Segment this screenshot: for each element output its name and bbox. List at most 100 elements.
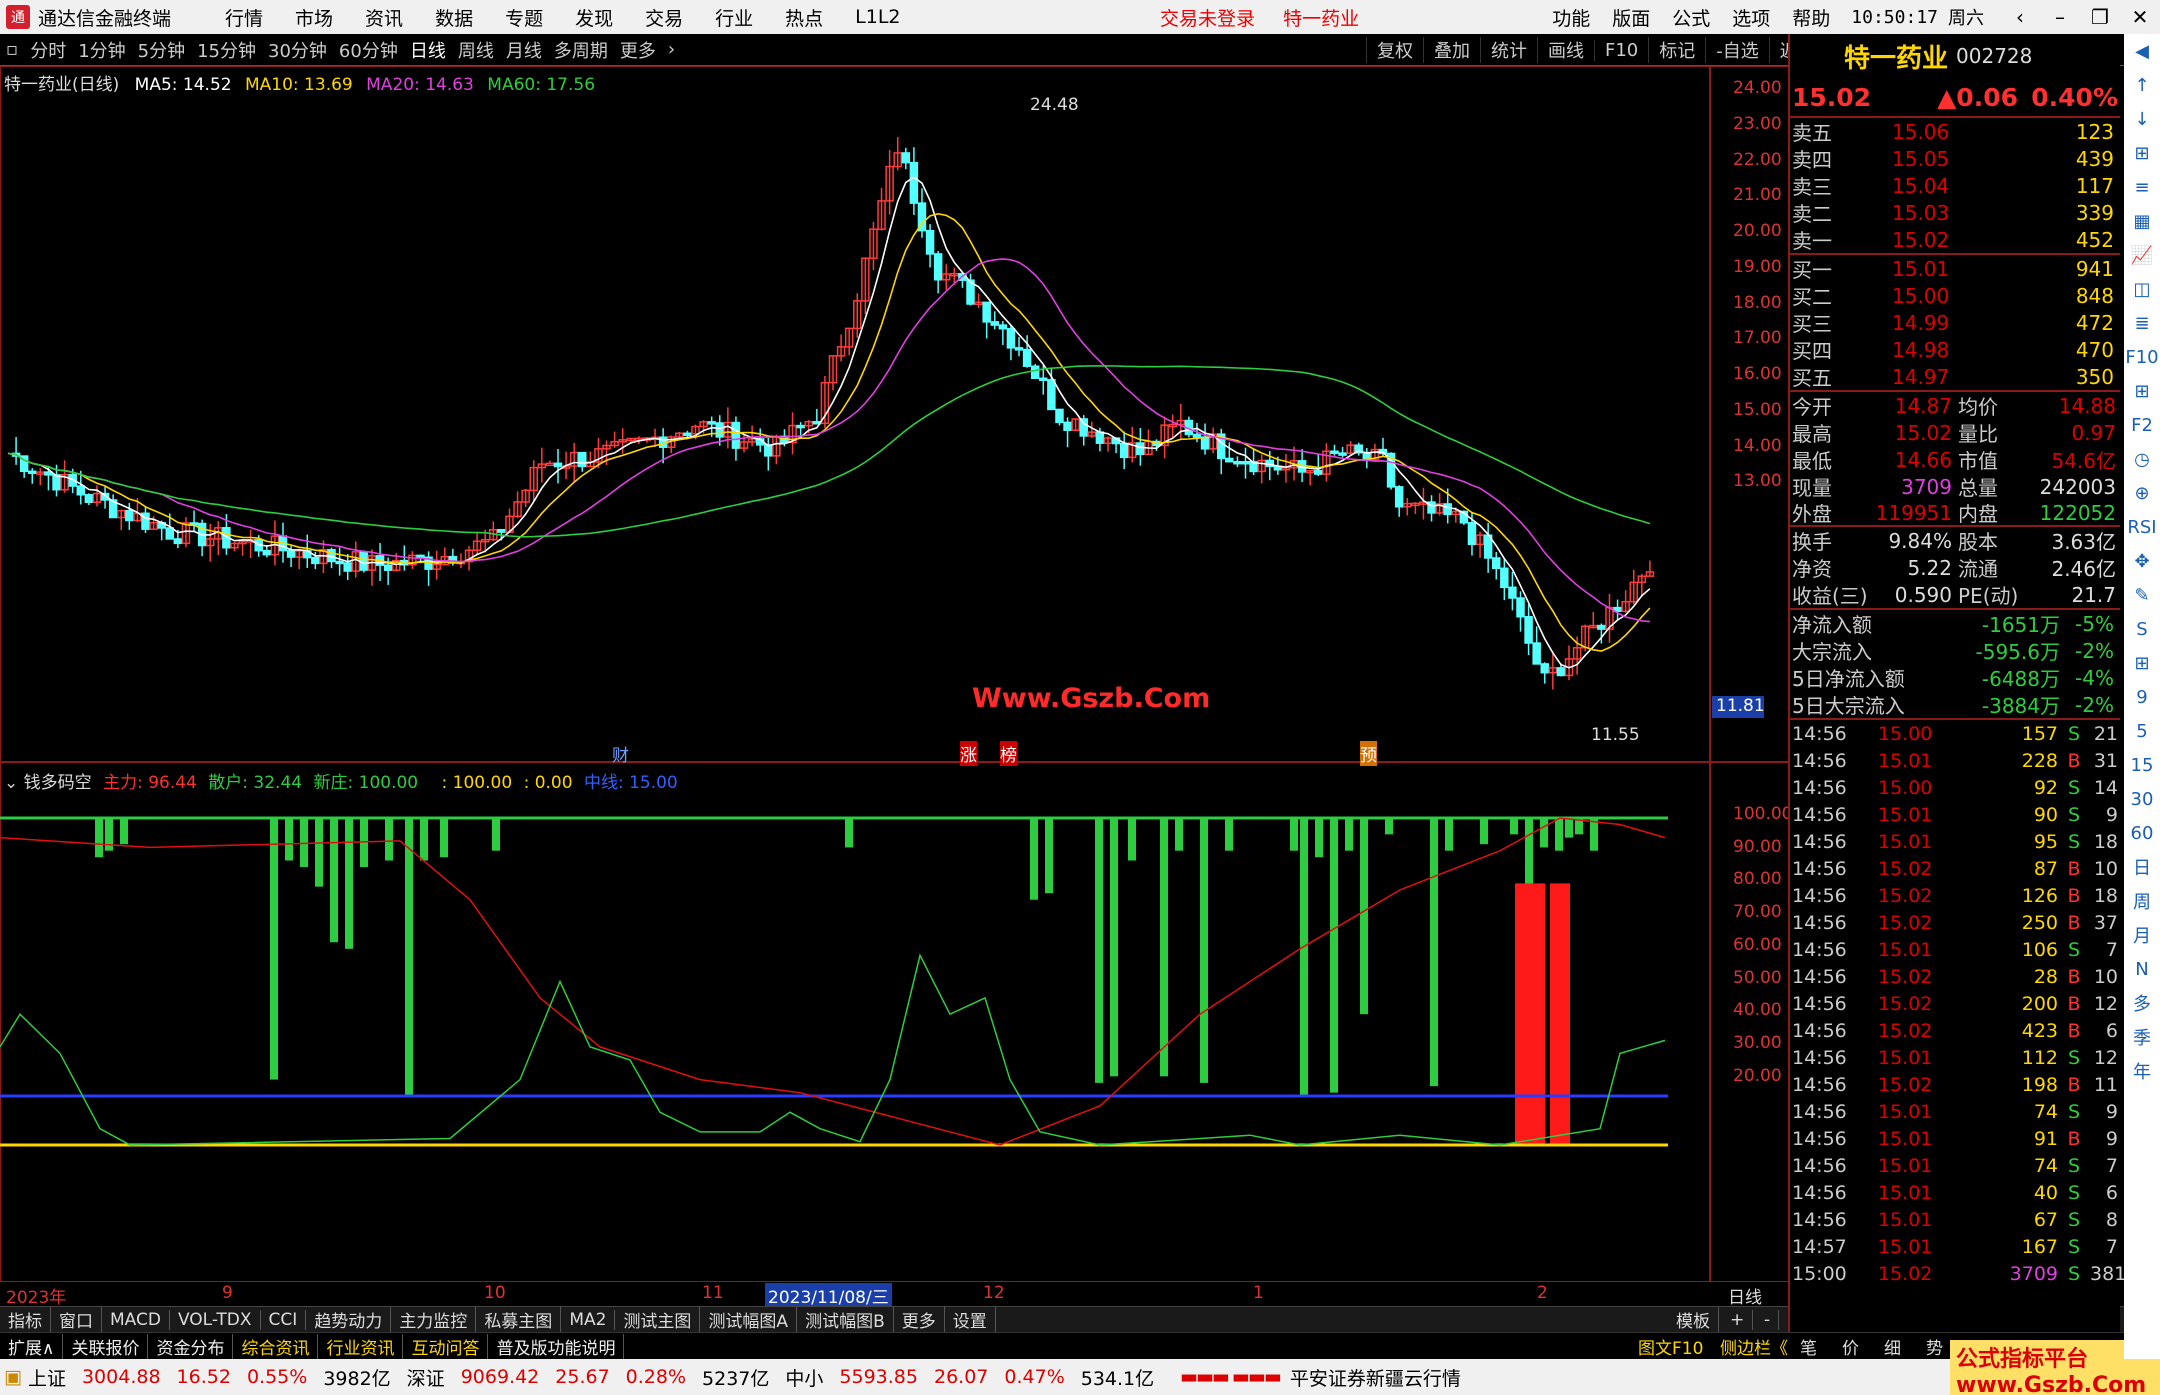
btab-moban[interactable]: 模板 [1668,1307,1719,1332]
sidebar-tool-icon[interactable]: ≣ [2124,306,2160,340]
zx-label[interactable]: 中小 [785,1364,823,1391]
sidebar-tool-icon[interactable]: ⊞ [2124,646,2160,680]
etab-hangye[interactable]: 行业资讯 [318,1333,404,1359]
sidebar-tool-icon[interactable]: ≡ [2124,170,2160,204]
sidebar-tool-icon[interactable]: ⊕ [2124,476,2160,510]
menu-shuju[interactable]: 数据 [435,4,473,31]
sidebar-tool-icon[interactable]: 📈 [2124,238,2160,272]
close-icon[interactable]: ✕ [2120,5,2160,29]
restore-icon[interactable]: ❐ [2080,5,2120,29]
sidebar-tool-icon[interactable]: ◀ [2124,34,2160,68]
btab-vol[interactable]: VOL-TDX [170,1309,261,1330]
btab-ceshia[interactable]: 测试幅图A [700,1307,798,1332]
etab-bi[interactable]: 笔 [1800,1334,1817,1359]
btn-zixuan[interactable]: -自选 [1705,37,1769,63]
menu-zhuanti[interactable]: 专题 [505,4,543,31]
sidebar-tool-icon[interactable]: 60 [2124,816,2160,850]
sidebar-tool-icon[interactable]: ◫ [2124,272,2160,306]
etab-shi[interactable]: 势 [1926,1334,1943,1359]
etab-xi[interactable]: 细 [1884,1334,1901,1359]
sidebar-tool-icon[interactable]: 月 [2124,918,2160,952]
btn-tongji[interactable]: 统计 [1480,37,1537,63]
chevron-right-icon[interactable]: › [668,39,675,60]
tab-15min[interactable]: 15分钟 [197,37,256,63]
tick-list[interactable]: 14:56 15.00 157 S 21 14:56 15.01 228 B 31 14:56 15.… [1790,720,2126,1287]
btn-f10[interactable]: F10 [1594,39,1648,61]
marker-cai[interactable]: 财 [612,741,629,766]
btab-cci[interactable]: CCI [261,1309,307,1330]
sidebar-tool-icon[interactable]: ✥ [2124,544,2160,578]
toggle-panel-icon[interactable]: ▫ [6,39,18,60]
btab-plus[interactable]: + [1722,1309,1754,1330]
sidebar-tool-icon[interactable]: 季 [2124,1020,2160,1054]
tab-30min[interactable]: 30分钟 [268,37,327,63]
sidebar-tool-icon[interactable]: N [2124,952,2160,986]
btab-simu[interactable]: 私募主图 [476,1307,562,1332]
tab-60min[interactable]: 60分钟 [339,37,398,63]
sidebar-tool-icon[interactable]: 年 [2124,1054,2160,1088]
sidebar-tool-icon[interactable]: ▦ [2124,204,2160,238]
menu-l1l2[interactable]: L1L2 [855,6,900,28]
btab-chuangkou[interactable]: 窗口 [51,1307,102,1332]
tab-fenshi[interactable]: 分时 [30,37,66,63]
tab-daily[interactable]: 日线 [410,37,446,63]
sidebar-tool-icon[interactable]: 30 [2124,782,2160,816]
indicator-dropdown-icon[interactable]: ⌄ [4,773,18,793]
btab-ceshib[interactable]: 测试幅图B [797,1307,894,1332]
sidebar-tool-icon[interactable]: F10 [2124,340,2160,374]
marker-bang[interactable]: 榜 [1000,741,1017,766]
etab-guanlian[interactable]: 关联报价 [63,1333,149,1359]
etab-jia[interactable]: 价 [1842,1334,1859,1359]
sidebar-tool-icon[interactable]: ⊞ [2124,136,2160,170]
minimize-icon[interactable]: – [2040,5,2080,29]
menu-gongshi[interactable]: 公式 [1672,4,1710,31]
btab-minus[interactable]: - [1756,1309,1780,1330]
sidebar-tool-icon[interactable]: ✎ [2124,578,2160,612]
sidebar-tool-icon[interactable]: ⊞ [2124,374,2160,408]
btn-diejia[interactable]: 叠加 [1423,37,1480,63]
sidebar-tool-icon[interactable]: RSI [2124,510,2160,544]
menu-xuanxiang[interactable]: 选项 [1732,4,1770,31]
btn-biaoji[interactable]: 标记 [1648,37,1705,63]
sidebar-tool-icon[interactable]: ◷ [2124,442,2160,476]
menu-banmian[interactable]: 版面 [1612,4,1650,31]
menu-gongneng[interactable]: 功能 [1552,4,1590,31]
sidebar-tool-icon[interactable]: 15 [2124,748,2160,782]
btab-macd[interactable]: MACD [102,1309,170,1330]
sidebar-tool-icon[interactable]: F2 [2124,408,2160,442]
sidebar-tool-icon[interactable]: 周 [2124,884,2160,918]
etab-sidebar[interactable]: 侧边栏《 [1720,1334,1788,1359]
indicator-name[interactable]: 钱多码空 [24,773,92,793]
etab-zonghe[interactable]: 综合资讯 [233,1333,319,1359]
menu-hangye[interactable]: 行业 [715,4,753,31]
btn-huaxian[interactable]: 画线 [1537,37,1594,63]
chart-canvas[interactable] [0,66,1788,1282]
tab-multi-period[interactable]: 多周期 [554,37,608,63]
menu-hangqing[interactable]: 行情 [225,4,263,31]
btab-ceshizhutu[interactable]: 测试主图 [615,1307,701,1332]
etab-f10[interactable]: 图文F10 [1638,1334,1703,1359]
btab-gengduo[interactable]: 更多 [894,1307,945,1332]
menu-redian[interactable]: 热点 [785,4,823,31]
menu-zixun[interactable]: 资讯 [365,4,403,31]
sidebar-tool-icon[interactable]: ↓ [2124,102,2160,136]
tab-weekly[interactable]: 周线 [458,37,494,63]
back-arrow-icon[interactable]: ‹ [2000,5,2040,29]
menu-faxian[interactable]: 发现 [575,4,613,31]
sidebar-tool-icon[interactable]: ↑ [2124,68,2160,102]
menu-shichang[interactable]: 市场 [295,4,333,31]
btab-shezhi[interactable]: 设置 [945,1307,996,1332]
sidebar-tool-icon[interactable]: 5 [2124,714,2160,748]
tab-monthly[interactable]: 月线 [506,37,542,63]
sidebar-tool-icon[interactable]: S [2124,612,2160,646]
btab-zhulijiankong[interactable]: 主力监控 [391,1307,477,1332]
tab-more[interactable]: 更多 [620,37,656,63]
sidebar-tool-icon[interactable]: 多 [2124,986,2160,1020]
sh-label[interactable]: 上证 [28,1364,66,1391]
btab-qushi[interactable]: 趋势动力 [306,1307,392,1332]
sidebar-tool-icon[interactable]: 9 [2124,680,2160,714]
sidebar-tool-icon[interactable]: 日 [2124,850,2160,884]
menu-bangzhu[interactable]: 帮助 [1792,4,1830,31]
etab-kuozhan[interactable]: 扩展∧ [0,1333,64,1359]
sz-label[interactable]: 深证 [407,1364,445,1391]
